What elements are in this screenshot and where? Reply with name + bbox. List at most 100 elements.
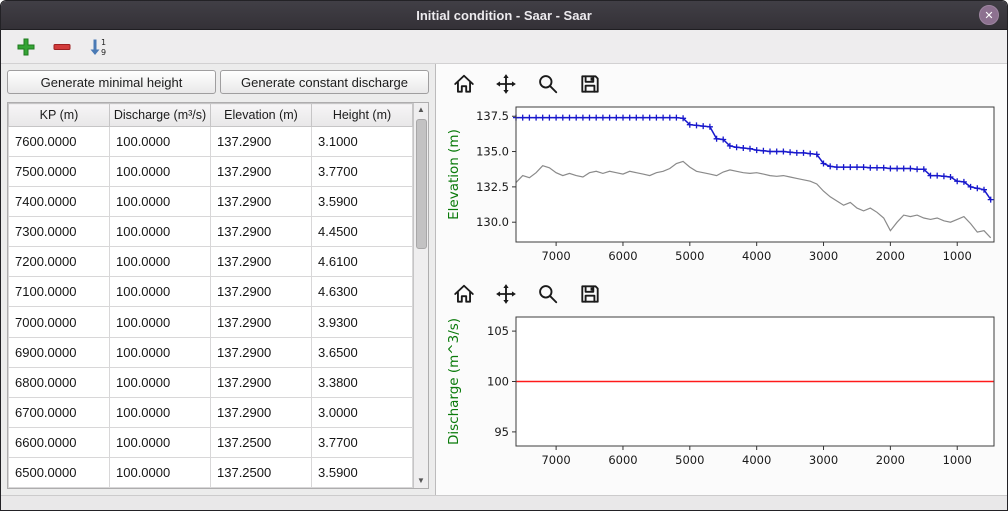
table-cell[interactable]: 100.0000 xyxy=(110,397,211,427)
zoom-button[interactable] xyxy=(534,70,562,98)
titlebar[interactable]: Initial condition - Saar - Saar ✕ xyxy=(1,1,1007,30)
table-row[interactable]: 7200.0000100.0000137.29004.6100 xyxy=(9,247,413,277)
table-row[interactable]: 7000.0000100.0000137.29003.9300 xyxy=(9,307,413,337)
table-cell[interactable]: 3.3800 xyxy=(312,367,413,397)
table-cell[interactable]: 100.0000 xyxy=(110,277,211,307)
charts-panel: 7000600050004000300020001000130.0132.513… xyxy=(435,64,1007,495)
table-cell[interactable]: 100.0000 xyxy=(110,157,211,187)
table-cell[interactable]: 100.0000 xyxy=(110,367,211,397)
table-cell[interactable]: 7100.0000 xyxy=(9,277,110,307)
scrollbar-thumb[interactable] xyxy=(416,119,427,249)
table-row[interactable]: 7600.0000100.0000137.29003.1000 xyxy=(9,127,413,157)
scroll-down-icon[interactable]: ▼ xyxy=(417,474,425,488)
table-cell[interactable]: 100.0000 xyxy=(110,217,211,247)
table-row[interactable]: 6600.0000100.0000137.25003.7700 xyxy=(9,427,413,457)
column-header[interactable]: Elevation (m) xyxy=(211,104,312,127)
table-cell[interactable]: 3.6500 xyxy=(312,337,413,367)
table-cell[interactable]: 3.0000 xyxy=(312,397,413,427)
home-button[interactable] xyxy=(450,70,478,98)
svg-text:1: 1 xyxy=(101,38,106,47)
table-cell[interactable]: 100.0000 xyxy=(110,337,211,367)
table-cell[interactable]: 137.2900 xyxy=(211,217,312,247)
table-cell[interactable]: 6500.0000 xyxy=(9,457,110,487)
table-cell[interactable]: 137.2500 xyxy=(211,427,312,457)
table-row[interactable]: 7300.0000100.0000137.29004.4500 xyxy=(9,217,413,247)
table-cell[interactable]: 100.0000 xyxy=(110,427,211,457)
discharge-chart[interactable]: 700060005000400030002000100095100105Disc… xyxy=(444,310,1004,476)
table-cell[interactable]: 3.7700 xyxy=(312,427,413,457)
y-tick-label: 135.0 xyxy=(476,145,509,159)
move-icon xyxy=(495,283,517,305)
table-cell[interactable]: 6700.0000 xyxy=(9,397,110,427)
column-header[interactable]: KP (m) xyxy=(9,104,110,127)
table-cell[interactable]: 137.2900 xyxy=(211,277,312,307)
table-row[interactable]: 6700.0000100.0000137.29003.0000 xyxy=(9,397,413,427)
add-row-button[interactable] xyxy=(13,34,39,60)
table-cell[interactable]: 137.2900 xyxy=(211,397,312,427)
table-cell[interactable]: 137.2900 xyxy=(211,307,312,337)
table-cell[interactable]: 100.0000 xyxy=(110,187,211,217)
table-row[interactable]: 7500.0000100.0000137.29003.7700 xyxy=(9,157,413,187)
save-button[interactable] xyxy=(576,280,604,308)
home-button[interactable] xyxy=(450,280,478,308)
column-header[interactable]: Discharge (m³/s) xyxy=(110,104,211,127)
close-button[interactable]: ✕ xyxy=(979,5,999,25)
table-scrollbar[interactable]: ▲ ▼ xyxy=(413,103,428,488)
table-cell[interactable]: 137.2900 xyxy=(211,247,312,277)
table-cell[interactable]: 7200.0000 xyxy=(9,247,110,277)
table-cell[interactable]: 3.1000 xyxy=(312,127,413,157)
table-cell[interactable]: 7300.0000 xyxy=(9,217,110,247)
table-cell[interactable]: 3.5900 xyxy=(312,457,413,487)
table-cell[interactable]: 7400.0000 xyxy=(9,187,110,217)
table-cell[interactable]: 4.6300 xyxy=(312,277,413,307)
plus-icon xyxy=(16,37,36,57)
table-row[interactable]: 6900.0000100.0000137.29003.6500 xyxy=(9,337,413,367)
table-cell[interactable]: 137.2900 xyxy=(211,157,312,187)
table-cell[interactable]: 4.4500 xyxy=(312,217,413,247)
pan-button[interactable] xyxy=(492,280,520,308)
table-cell[interactable]: 137.2900 xyxy=(211,337,312,367)
sort-rows-button[interactable]: 1 9 xyxy=(85,34,111,60)
x-tick-label: 4000 xyxy=(742,249,771,263)
table-cell[interactable]: 100.0000 xyxy=(110,127,211,157)
main-toolbar: 1 9 xyxy=(1,30,1007,64)
window-title: Initial condition - Saar - Saar xyxy=(416,8,592,23)
delete-row-button[interactable] xyxy=(49,34,75,60)
zoom-button[interactable] xyxy=(534,280,562,308)
table-cell[interactable]: 137.2900 xyxy=(211,127,312,157)
table-row[interactable]: 6500.0000100.0000137.25003.5900 xyxy=(9,457,413,487)
table-cell[interactable]: 7500.0000 xyxy=(9,157,110,187)
initial-condition-panel: Generate minimal height Generate constan… xyxy=(1,64,435,495)
save-button[interactable] xyxy=(576,70,604,98)
table-cell[interactable]: 6800.0000 xyxy=(9,367,110,397)
x-tick-label: 4000 xyxy=(742,453,771,467)
generate-constant-discharge-button[interactable]: Generate constant discharge xyxy=(220,70,429,94)
table-cell[interactable]: 137.2500 xyxy=(211,457,312,487)
table-cell[interactable]: 6600.0000 xyxy=(9,427,110,457)
table-cell[interactable]: 4.6100 xyxy=(312,247,413,277)
table-cell[interactable]: 137.2900 xyxy=(211,187,312,217)
table-cell[interactable]: 7600.0000 xyxy=(9,127,110,157)
table-cell[interactable]: 3.9300 xyxy=(312,307,413,337)
table-cell[interactable]: 3.7700 xyxy=(312,157,413,187)
table-cell[interactable]: 7000.0000 xyxy=(9,307,110,337)
table-cell[interactable]: 137.2900 xyxy=(211,367,312,397)
table-row[interactable]: 6800.0000100.0000137.29003.3800 xyxy=(9,367,413,397)
table-cell[interactable]: 3.5900 xyxy=(312,187,413,217)
table-cell[interactable]: 100.0000 xyxy=(110,247,211,277)
table-cell[interactable]: 100.0000 xyxy=(110,307,211,337)
generate-minimal-height-button[interactable]: Generate minimal height xyxy=(7,70,216,94)
pan-button[interactable] xyxy=(492,70,520,98)
table-row[interactable]: 7400.0000100.0000137.29003.5900 xyxy=(9,187,413,217)
x-tick-label: 6000 xyxy=(608,453,637,467)
column-header[interactable]: Height (m) xyxy=(312,104,413,127)
table-cell[interactable]: 100.0000 xyxy=(110,457,211,487)
scroll-up-icon[interactable]: ▲ xyxy=(417,103,425,117)
table-cell[interactable]: 6900.0000 xyxy=(9,337,110,367)
elevation-chart[interactable]: 7000600050004000300020001000130.0132.513… xyxy=(444,100,1004,272)
x-tick-label: 6000 xyxy=(608,249,637,263)
x-tick-label: 2000 xyxy=(876,453,905,467)
y-tick-label: 105 xyxy=(487,324,509,338)
table-row[interactable]: 7100.0000100.0000137.29004.6300 xyxy=(9,277,413,307)
close-icon: ✕ xyxy=(984,9,993,22)
